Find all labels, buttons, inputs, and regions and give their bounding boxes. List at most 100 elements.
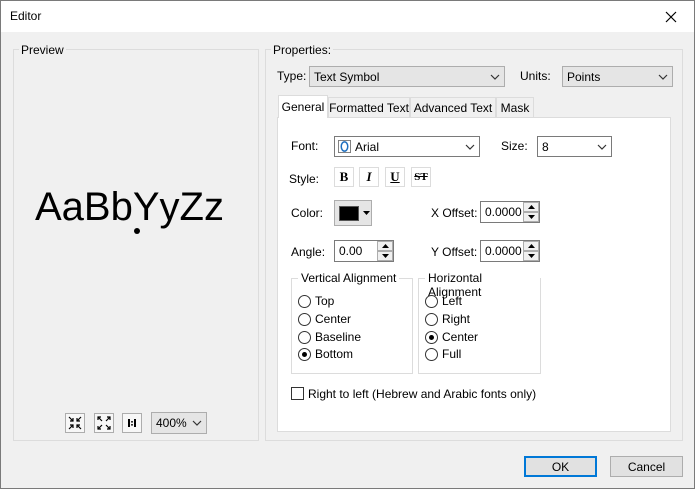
radio-button[interactable] bbox=[298, 330, 311, 344]
vertical-alignment-group: Vertical Alignment Top Center Baseline B… bbox=[291, 271, 413, 374]
radio-vertical-baseline[interactable]: Baseline bbox=[298, 330, 361, 344]
radio-button[interactable] bbox=[425, 312, 438, 326]
collapse-arrows-icon bbox=[68, 416, 82, 430]
units-select[interactable]: Points bbox=[562, 66, 673, 87]
zoom-value: 400% bbox=[156, 416, 187, 430]
preview-group-label: Preview bbox=[19, 43, 66, 57]
tab-label: Mask bbox=[500, 100, 530, 115]
vertical-alignment-label: Vertical Alignment bbox=[298, 271, 400, 285]
caret-up-icon bbox=[527, 205, 535, 209]
y-offset-spinner[interactable]: 0.0000 bbox=[480, 240, 540, 262]
radio-horizontal-right[interactable]: Right bbox=[425, 312, 470, 326]
type-select[interactable]: Text Symbol bbox=[309, 66, 505, 87]
preview-sample-text: AaBbYyZz bbox=[35, 185, 224, 229]
angle-increment[interactable] bbox=[377, 241, 393, 251]
font-label: Font: bbox=[291, 139, 319, 153]
expand-arrows-icon bbox=[97, 416, 111, 430]
radio-label: Full bbox=[442, 347, 462, 361]
size-label: Size: bbox=[501, 139, 528, 153]
y-offset-value: 0.0000 bbox=[485, 244, 522, 258]
strikethrough-glyph: ST bbox=[414, 171, 428, 183]
radio-button[interactable] bbox=[298, 312, 311, 326]
tab-advanced-text[interactable]: Advanced Text bbox=[410, 97, 496, 117]
caret-up-icon bbox=[381, 244, 389, 248]
radio-label: Bottom bbox=[315, 347, 354, 361]
color-picker-button[interactable] bbox=[334, 200, 372, 226]
radio-vertical-top[interactable]: Top bbox=[298, 294, 334, 308]
radio-label: Right bbox=[442, 312, 471, 326]
radio-vertical-bottom[interactable]: Bottom bbox=[298, 347, 353, 361]
angle-value: 0.00 bbox=[339, 244, 363, 258]
radio-label: Center bbox=[442, 330, 479, 344]
opentype-font-icon bbox=[338, 140, 351, 153]
x-offset-spinner[interactable]: 0.0000 bbox=[480, 201, 540, 223]
type-label: Type: bbox=[277, 69, 307, 83]
chevron-down-icon bbox=[658, 74, 668, 80]
zoom-out-fixed-button[interactable] bbox=[94, 413, 114, 433]
rtl-label: Right to left (Hebrew and Arabic fonts o… bbox=[308, 387, 537, 401]
chevron-down-icon bbox=[192, 420, 202, 426]
underline-button[interactable]: U bbox=[385, 167, 405, 187]
chevron-down-icon bbox=[490, 74, 500, 80]
caret-down-icon bbox=[363, 211, 370, 215]
properties-group-label: Properties: bbox=[271, 43, 334, 57]
zoom-in-fixed-button[interactable] bbox=[65, 413, 85, 433]
radio-button[interactable] bbox=[425, 347, 438, 361]
x-offset-label: X Offset: bbox=[431, 206, 478, 220]
radio-label: Baseline bbox=[315, 330, 362, 344]
tab-general[interactable]: General bbox=[278, 95, 328, 118]
y-offset-increment[interactable] bbox=[523, 241, 539, 251]
chevron-down-icon bbox=[465, 144, 475, 150]
size-select[interactable]: 8 bbox=[537, 136, 612, 157]
italic-button[interactable]: I bbox=[359, 167, 379, 187]
color-swatch bbox=[339, 206, 359, 221]
tab-label: Formatted Text bbox=[329, 100, 409, 115]
color-label: Color: bbox=[291, 206, 324, 220]
tab-label: General bbox=[281, 100, 325, 114]
zoom-select[interactable]: 400% bbox=[151, 412, 207, 434]
x-offset-decrement[interactable] bbox=[523, 212, 539, 222]
tab-formatted-text[interactable]: Formatted Text bbox=[328, 97, 410, 117]
editor-dialog: Editor Preview AaBbYyZz 400% Properties:… bbox=[0, 0, 695, 489]
one-to-one-icon bbox=[128, 419, 136, 427]
cancel-label: Cancel bbox=[627, 459, 666, 474]
type-value: Text Symbol bbox=[314, 69, 380, 84]
angle-decrement[interactable] bbox=[377, 251, 393, 261]
cancel-button[interactable]: Cancel bbox=[610, 456, 683, 477]
radio-button[interactable] bbox=[425, 294, 438, 308]
radio-button[interactable] bbox=[298, 347, 311, 361]
ok-button[interactable]: OK bbox=[524, 456, 597, 477]
ok-label: OK bbox=[551, 459, 570, 474]
x-offset-value: 0.0000 bbox=[485, 205, 522, 219]
tab-label: Advanced Text bbox=[413, 100, 493, 115]
style-label: Style: bbox=[289, 172, 320, 186]
chevron-down-icon bbox=[597, 144, 607, 150]
units-label: Units: bbox=[520, 69, 551, 83]
font-select[interactable]: Arial bbox=[334, 136, 480, 157]
y-offset-label: Y Offset: bbox=[431, 245, 478, 259]
close-icon bbox=[665, 11, 677, 22]
radio-horizontal-center[interactable]: Center bbox=[425, 330, 478, 344]
close-button[interactable] bbox=[648, 1, 694, 32]
strikethrough-button[interactable]: ST bbox=[411, 167, 431, 187]
units-value: Points bbox=[567, 69, 601, 84]
y-offset-decrement[interactable] bbox=[523, 251, 539, 261]
size-value: 8 bbox=[542, 139, 549, 154]
preview-group bbox=[13, 49, 259, 441]
radio-vertical-center[interactable]: Center bbox=[298, 312, 351, 326]
italic-glyph: I bbox=[366, 169, 372, 184]
rtl-checkbox[interactable] bbox=[291, 387, 304, 400]
radio-horizontal-full[interactable]: Full bbox=[425, 347, 461, 361]
bold-glyph: B bbox=[339, 169, 349, 184]
radio-button[interactable] bbox=[298, 294, 311, 308]
radio-horizontal-left[interactable]: Left bbox=[425, 294, 462, 308]
angle-spinner[interactable]: 0.00 bbox=[334, 240, 394, 262]
bold-button[interactable]: B bbox=[334, 167, 354, 187]
tab-mask[interactable]: Mask bbox=[496, 97, 534, 117]
radio-label: Left bbox=[442, 294, 463, 308]
radio-button[interactable] bbox=[425, 330, 438, 344]
actual-size-button[interactable] bbox=[122, 413, 142, 433]
underline-glyph: U bbox=[390, 169, 400, 184]
x-offset-increment[interactable] bbox=[523, 202, 539, 212]
horizontal-alignment-group: Horizontal Alignment Left Right Center F… bbox=[418, 271, 541, 374]
